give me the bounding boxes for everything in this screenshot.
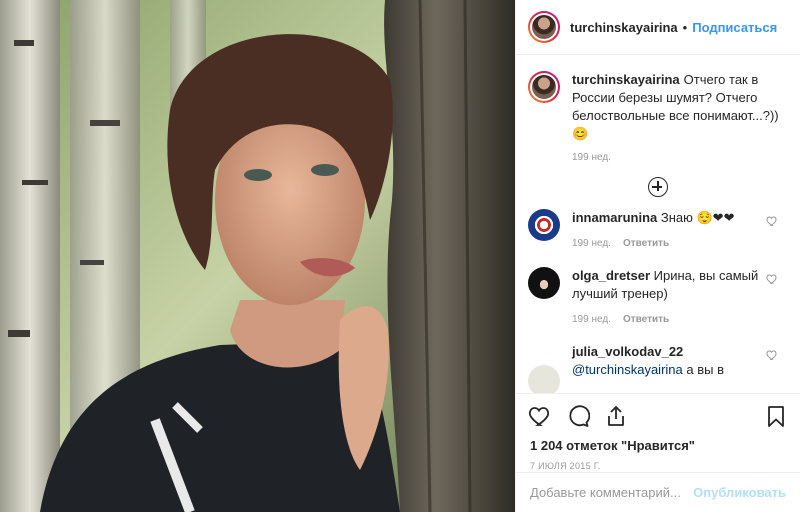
share-icon[interactable] bbox=[604, 404, 628, 428]
post-sidebar: turchinskayairina • Подписаться turchins… bbox=[515, 0, 800, 512]
caption-time[interactable]: 199 нед. bbox=[572, 152, 782, 163]
comment-text: olga_dretser Ирина, вы самый лучший трен… bbox=[572, 267, 772, 303]
commenter-avatar[interactable] bbox=[528, 267, 560, 299]
author-avatar[interactable] bbox=[528, 11, 560, 43]
post-footer: 1 204 отметок "Нравится" 7 ИЮЛЯ 2015 Г. … bbox=[516, 393, 800, 512]
post: turchinskayairina • Подписаться turchins… bbox=[0, 0, 800, 512]
like-heart-icon[interactable] bbox=[528, 404, 552, 428]
reply-button[interactable]: Ответить bbox=[623, 238, 669, 249]
comment-like-heart-icon[interactable] bbox=[766, 273, 778, 285]
publish-button[interactable]: Опубликовать bbox=[693, 485, 786, 500]
post-caption: turchinskayairina Отчего так в России бер… bbox=[528, 71, 788, 163]
header-separator: • bbox=[682, 19, 688, 35]
comment-meta: 199 нед. Ответить bbox=[572, 235, 772, 253]
comment-text: julia_volkodav_22 @turchinskayairina а вы… bbox=[572, 343, 772, 379]
comment-username[interactable]: innamarunina bbox=[572, 210, 657, 225]
comment-time[interactable]: 199 нед. bbox=[572, 238, 611, 249]
comment-item: olga_dretser Ирина, вы самый лучший трен… bbox=[528, 267, 788, 329]
caption-username[interactable]: turchinskayairina bbox=[572, 72, 680, 87]
comment-body: Знаю 😌❤❤ bbox=[660, 210, 735, 225]
comment-mention-link[interactable]: @turchinskayairina bbox=[572, 362, 683, 377]
load-more-comments[interactable] bbox=[528, 177, 788, 197]
post-header: turchinskayairina • Подписаться bbox=[516, 0, 800, 55]
comment-body: а вы в bbox=[686, 362, 724, 377]
action-bar bbox=[516, 394, 800, 432]
comment-text: innamarunina Знаю 😌❤❤ bbox=[572, 209, 772, 227]
reply-button[interactable]: Ответить bbox=[623, 314, 669, 325]
comment-item: innamarunina Знаю 😌❤❤ 199 нед. Ответить bbox=[528, 209, 788, 253]
comment-like-heart-icon[interactable] bbox=[766, 349, 778, 361]
comment-meta: 199 нед. Ответить bbox=[572, 311, 772, 329]
post-date[interactable]: 7 ИЮЛЯ 2015 Г. bbox=[516, 453, 800, 471]
bookmark-icon[interactable] bbox=[764, 404, 788, 428]
likes-count[interactable]: 1 204 отметок "Нравится" bbox=[516, 432, 800, 453]
follow-button[interactable]: Подписаться bbox=[692, 20, 777, 35]
comment-item: julia_volkodav_22 @turchinskayairina а вы… bbox=[528, 343, 788, 394]
add-comment-bar: Добавьте комментарий... Опубликовать bbox=[516, 472, 800, 512]
comments-list[interactable]: turchinskayairina Отчего так в России бер… bbox=[516, 55, 800, 394]
add-comment-input[interactable]: Добавьте комментарий... bbox=[530, 485, 693, 500]
photo-illustration bbox=[0, 0, 515, 512]
commenter-avatar[interactable] bbox=[528, 209, 560, 241]
comment-bubble-icon[interactable] bbox=[566, 404, 590, 428]
comment-username[interactable]: julia_volkodav_22 bbox=[572, 344, 683, 359]
post-photo[interactable] bbox=[0, 0, 515, 512]
comment-like-heart-icon[interactable] bbox=[766, 215, 778, 227]
plus-circle-icon[interactable] bbox=[648, 177, 668, 197]
caption-avatar[interactable] bbox=[528, 71, 560, 103]
commenter-avatar[interactable] bbox=[528, 365, 560, 394]
author-username[interactable]: turchinskayairina bbox=[570, 20, 678, 35]
comment-username[interactable]: olga_dretser bbox=[572, 268, 650, 283]
caption-text: turchinskayairina Отчего так в России бер… bbox=[572, 71, 782, 143]
comment-time[interactable]: 199 нед. bbox=[572, 314, 611, 325]
